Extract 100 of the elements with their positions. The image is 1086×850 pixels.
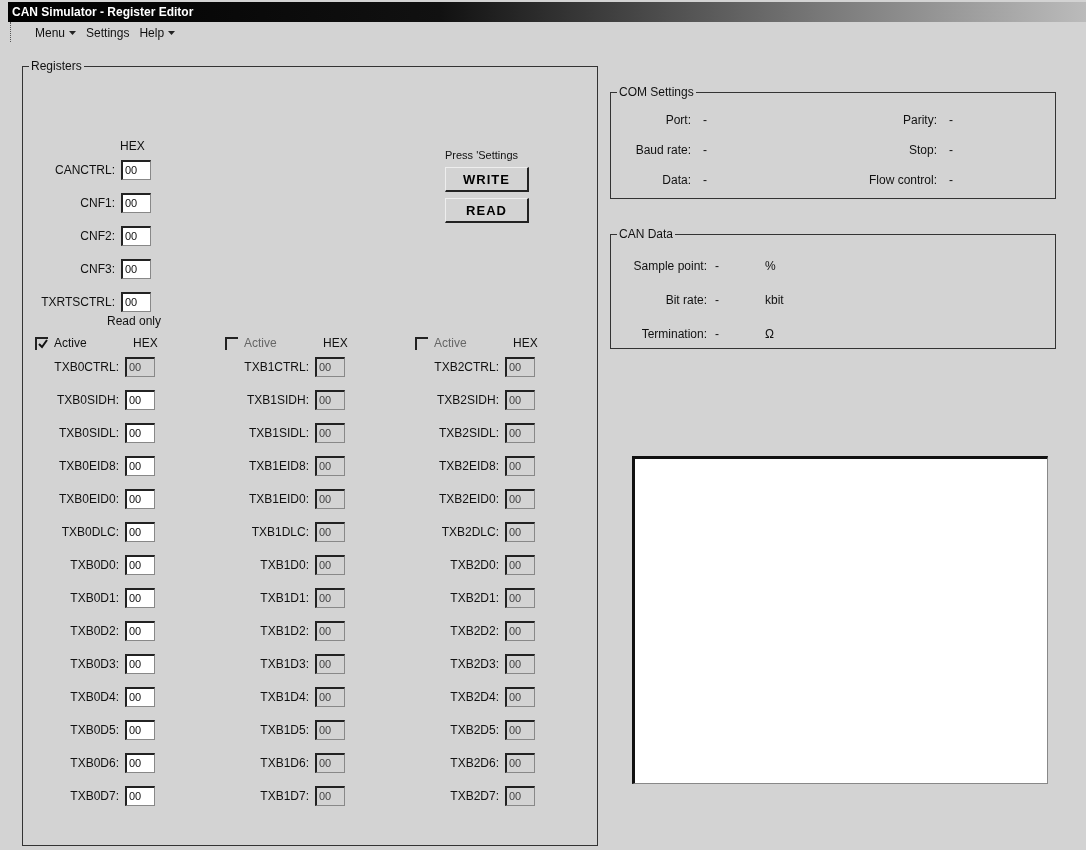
menu-item[interactable]: Settings <box>84 24 132 42</box>
menu-item[interactable]: Menu <box>33 24 79 42</box>
register-label: TXB1D1: <box>259 590 309 605</box>
caret-icon <box>69 31 77 35</box>
hex-field[interactable]: 00 <box>125 554 155 575</box>
register-label: TXB1SIDL: <box>247 425 309 440</box>
hex-field[interactable]: 00 <box>125 521 155 542</box>
register-label: TXB0D4: <box>69 689 119 704</box>
register-label: TXB0D3: <box>69 656 119 671</box>
register-label: CANCTRL: <box>54 162 115 177</box>
register-label: TXB1EID8: <box>247 458 309 473</box>
register-label: TXB2D3: <box>449 656 499 671</box>
hex-field[interactable]: 00 <box>125 389 155 410</box>
register-label: TXB0D1: <box>69 590 119 605</box>
register-label: TXB1D6: <box>259 755 309 770</box>
column-header: HEX <box>120 139 145 153</box>
register-label: TXB1D3: <box>259 656 309 671</box>
setting-label: Stop: <box>907 143 937 157</box>
setting-label: Baud rate: <box>634 143 691 157</box>
setting-value: - <box>703 143 708 157</box>
hex-field[interactable]: 00 <box>125 620 155 641</box>
register-label: TXB0CTRL: <box>53 359 119 374</box>
register-label: TXB1EID0: <box>247 491 309 506</box>
register-label: TXB0D5: <box>69 722 119 737</box>
register-label: TXB2D0: <box>449 557 499 572</box>
column-header: HEX <box>133 336 158 350</box>
hex-field[interactable]: 00 <box>125 752 155 773</box>
register-label: TXB2D5: <box>449 722 499 737</box>
checkbox-label: Active <box>244 336 277 350</box>
hex-field[interactable]: 00 <box>121 291 151 312</box>
setting-value: - <box>949 143 954 157</box>
register-label: TXB2D1: <box>449 590 499 605</box>
register-label: TXB0D2: <box>69 623 119 638</box>
data-value: - <box>715 293 720 307</box>
output-area[interactable] <box>632 456 1048 784</box>
checkbox[interactable] <box>225 336 238 350</box>
setting-value: - <box>949 113 954 127</box>
register-label: TXB2D6: <box>449 755 499 770</box>
register-label: CNF2: <box>79 228 115 243</box>
register-label: TXB0D0: <box>69 557 119 572</box>
column-header: HEX <box>323 336 348 350</box>
register-label: TXB2SIDH: <box>436 392 499 407</box>
action-button[interactable]: READ <box>445 198 529 223</box>
column-header: HEX <box>513 336 538 350</box>
data-unit: kbit <box>765 293 784 307</box>
register-label: TXB0DLC: <box>60 524 119 539</box>
hex-field[interactable]: 00 <box>125 488 155 509</box>
data-label: Bit rate: <box>664 293 707 307</box>
register-label: TXB2EID8: <box>437 458 499 473</box>
hex-field[interactable]: 00 <box>121 258 151 279</box>
setting-label: Parity: <box>902 113 937 127</box>
setting-label: Data: <box>661 173 691 187</box>
register-label: TXB1SIDH: <box>246 392 309 407</box>
setting-label: Port: <box>664 113 691 127</box>
register-label: TXB0EID8: <box>57 458 119 473</box>
setting-value: - <box>703 173 708 187</box>
checkbox[interactable] <box>415 336 428 350</box>
hex-field[interactable]: 00 <box>125 686 155 707</box>
register-label: TXB1CTRL: <box>243 359 309 374</box>
register-label: TXRTSCTRL: <box>40 294 115 309</box>
register-label: TXB1D0: <box>259 557 309 572</box>
register-label: TXB1D7: <box>259 788 309 803</box>
register-label: TXB2SIDL: <box>437 425 499 440</box>
register-label: TXB0EID0: <box>57 491 119 506</box>
setting-label: Flow control: <box>867 173 937 187</box>
register-label: CNF3: <box>79 261 115 276</box>
data-label: Sample point: <box>632 259 707 273</box>
register-label: CNF1: <box>79 195 115 210</box>
register-label: TXB2D2: <box>449 623 499 638</box>
register-label: TXB1D2: <box>259 623 309 638</box>
menu-item[interactable]: Help <box>137 24 178 42</box>
register-label: TXB2D4: <box>449 689 499 704</box>
hex-field[interactable]: 00 <box>121 159 151 180</box>
hex-field[interactable]: 00 <box>125 422 155 443</box>
action-button[interactable]: WRITE <box>445 167 529 192</box>
register-label: TXB2DLC: <box>440 524 499 539</box>
data-unit: % <box>765 259 776 273</box>
hex-field[interactable]: 00 <box>125 455 155 476</box>
panel-title: COM Settings <box>617 85 696 99</box>
checkbox[interactable] <box>35 336 48 350</box>
hex-field[interactable]: 00 <box>121 192 151 213</box>
panel-title: CAN Data <box>617 227 676 241</box>
data-value: - <box>715 327 720 341</box>
caret-icon <box>168 31 176 35</box>
hex-field[interactable]: 00 <box>125 719 155 740</box>
data-value: - <box>715 259 720 273</box>
register-label: TXB1D4: <box>259 689 309 704</box>
data-label: Termination: <box>640 327 707 341</box>
register-label: TXB0D6: <box>69 755 119 770</box>
read-only-note: Read only <box>107 314 162 328</box>
data-unit: Ω <box>765 327 774 341</box>
window-title: CAN Simulator - Register Editor <box>12 5 194 19</box>
hex-field[interactable]: 00 <box>121 225 151 246</box>
setting-value: - <box>949 173 954 187</box>
checkbox-label: Active <box>434 336 467 350</box>
register-label: TXB2D7: <box>449 788 499 803</box>
register-label: TXB0SIDL: <box>57 425 119 440</box>
hex-field[interactable]: 00 <box>125 587 155 608</box>
hex-field[interactable]: 00 <box>125 785 155 806</box>
hex-field[interactable]: 00 <box>125 653 155 674</box>
